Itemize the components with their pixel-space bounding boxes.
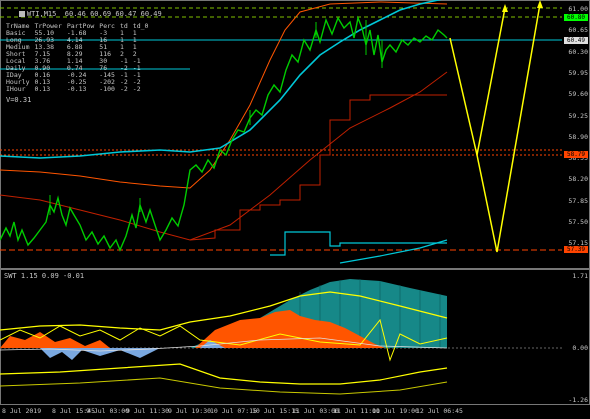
red-stepped-line	[189, 94, 447, 241]
price-tag: 58.79	[564, 151, 588, 158]
y-axis-label: 61.00	[568, 5, 588, 13]
table-cell: -100	[99, 85, 115, 93]
y-axis-label: 59.60	[568, 90, 588, 99]
x-axis-label: 12 Jul 06:45	[416, 407, 463, 415]
trend-stats-table: TrName TrPower PartPow Perc td td_0 Basic 55.1…	[6, 23, 153, 93]
projection-path-2	[476, 3, 541, 253]
y-axis-label: 59.25	[568, 111, 588, 120]
x-axis-label: 9 Jul 19:30	[168, 407, 212, 415]
x-axis-label: 11 Jul 03:00	[292, 407, 339, 415]
osc-y-axis-label: 0.00	[572, 344, 588, 352]
x-axis-label: 10 Jul 07:15	[210, 407, 257, 415]
oscillator-title: SWT 1.15 0.09 -0.01	[4, 272, 85, 280]
table-cell: -0.13	[66, 85, 87, 93]
x-axis-label: 9 Jul 03:00	[86, 407, 130, 415]
x-axis-label: 9 Jul 11:30	[126, 407, 170, 415]
x-axis-label: 8 Jul 2019	[2, 407, 42, 415]
table-cell: -2	[119, 85, 128, 93]
cyan-step-line	[270, 231, 447, 256]
table-cell: IHour	[6, 85, 26, 93]
osc-orange-histogram-left	[0, 332, 110, 348]
symbol-icon	[18, 11, 25, 17]
osc-blue-histogram	[40, 348, 160, 360]
footer-text: V=0.31	[6, 96, 32, 104]
table-row: IHour 0.13 -0.13 -100 -2 -2	[6, 86, 153, 93]
y-axis-label: 58.90	[568, 132, 588, 141]
y-axis-label: 58.20	[568, 175, 588, 184]
table-cell: -2	[132, 85, 141, 93]
arrow-up-icon-2	[537, 0, 543, 8]
y-axis-label: 57.50	[568, 218, 588, 226]
osc-lower-band	[0, 363, 448, 385]
x-axis-label: 11 Jul 19:00	[372, 407, 419, 415]
table-cell: 0.13	[34, 85, 51, 93]
price-tag: 60.49	[564, 37, 588, 44]
y-axis-label: 59.95	[568, 68, 588, 77]
projection-path	[449, 7, 506, 156]
osc-y-axis-label: -1.26	[568, 396, 588, 404]
price-tag: 60.80	[564, 14, 588, 21]
y-axis-label: 57.85	[568, 196, 588, 205]
y-axis-label: 60.30	[568, 47, 588, 56]
table-body: Basic 55.10 -1.68 -3 1 1 Long 26.93 4.14 16 1 1 Medi…	[6, 30, 153, 93]
osc-y-axis-label: 1.71	[572, 272, 588, 280]
chart-window[interactable]: WTI,M15 60.46 60.69 60.47 60.49 TrName Tr…	[0, 0, 590, 419]
price-tag: 57.39	[564, 246, 588, 253]
y-axis-label: 60.65	[568, 26, 588, 35]
